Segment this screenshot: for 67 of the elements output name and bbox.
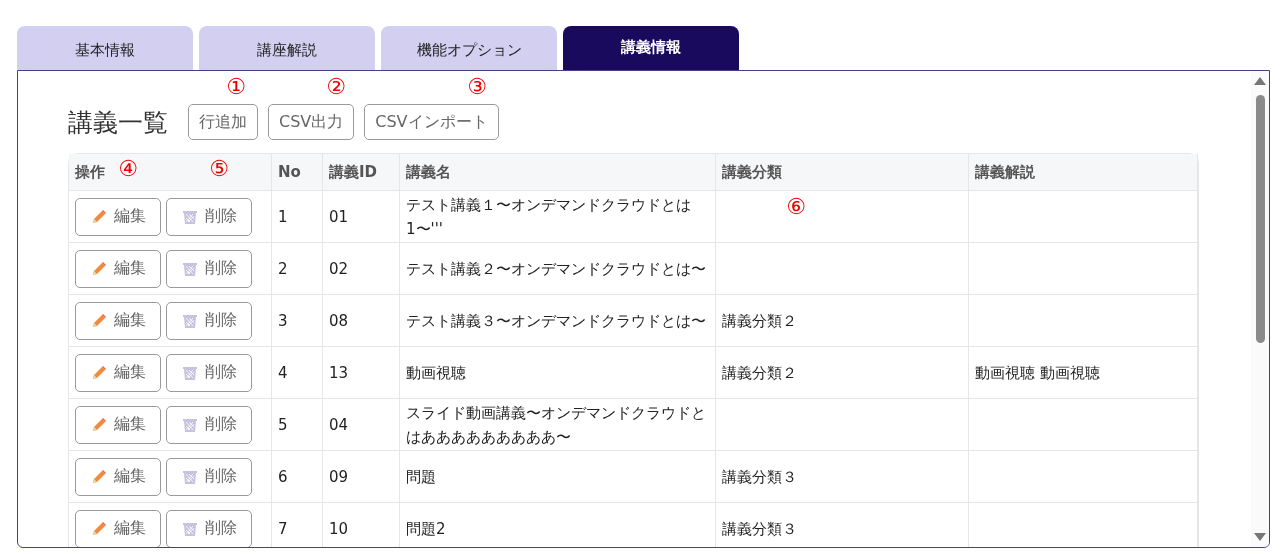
toolbar-button[interactable]: CSVインポート: [364, 104, 499, 140]
edit-button[interactable]: 編集: [75, 197, 161, 236]
table-cell: 講義分類２: [715, 346, 969, 399]
pencil-icon: [90, 467, 108, 486]
table-cell: 01: [322, 190, 400, 243]
delete-button[interactable]: 削除: [166, 249, 252, 288]
annotation-number: ①: [226, 76, 246, 98]
delete-button[interactable]: 削除: [166, 197, 252, 236]
edit-button[interactable]: 編集: [75, 405, 161, 444]
annotation-number: ②: [326, 76, 346, 98]
toolbar-button[interactable]: CSV出力: [268, 104, 355, 140]
column-header: 講義名: [399, 154, 716, 191]
tab[interactable]: 講義情報: [563, 26, 739, 70]
delete-button[interactable]: 削除: [166, 353, 252, 392]
column-header: No: [271, 154, 323, 191]
annotation-number: ③: [467, 76, 487, 98]
table-cell: 13: [322, 346, 400, 399]
table-cell: スライド動画講義〜オンデマンドクラウドとはあああああああああ〜: [399, 398, 716, 451]
table-cell: 講義分類３: [715, 450, 969, 503]
annotation-number: ④: [118, 158, 138, 180]
table-cell: 6: [271, 450, 323, 503]
table-cell: 問題: [399, 450, 716, 503]
table-cell: 講義分類３: [715, 502, 969, 547]
edit-button[interactable]: 編集: [75, 457, 161, 496]
column-header: 講義分類: [715, 154, 969, 191]
tab[interactable]: 講座解説: [199, 26, 375, 70]
edit-button[interactable]: 編集: [75, 353, 161, 392]
table-cell: 4: [271, 346, 323, 399]
table-cell: 3: [271, 294, 323, 347]
table-cell: 7: [271, 502, 323, 547]
pencil-icon: [90, 363, 108, 382]
edit-button[interactable]: 編集: [75, 509, 161, 547]
annotation-number: ⑥: [786, 196, 806, 218]
column-header: 講義解説: [968, 154, 1198, 191]
table-cell: 問題2: [399, 502, 716, 547]
table-cell: 09: [322, 450, 400, 503]
pencil-icon: [90, 207, 108, 226]
table-cell: 5: [271, 398, 323, 451]
pencil-icon: [90, 311, 108, 330]
table-cell: 2: [271, 242, 323, 295]
table-cell: 1: [271, 190, 323, 243]
delete-button[interactable]: 削除: [166, 301, 252, 340]
tab[interactable]: 基本情報: [17, 26, 193, 70]
pencil-icon: [90, 519, 108, 538]
table-cell: テスト講義２〜オンデマンドクラウドとは〜: [399, 242, 716, 295]
pencil-icon: [90, 415, 108, 434]
table-cell: テスト講義３〜オンデマンドクラウドとは〜: [399, 294, 716, 347]
edit-button[interactable]: 編集: [75, 249, 161, 288]
scrollbar[interactable]: [1251, 71, 1269, 547]
tab[interactable]: 機能オプション: [381, 26, 557, 70]
delete-button[interactable]: 削除: [166, 509, 252, 547]
table-cell: 動画視聴: [399, 346, 716, 399]
pencil-icon: [90, 259, 108, 278]
section-title: 講義一覧: [68, 106, 168, 139]
table-cell: 08: [322, 294, 400, 347]
table-cell: 講義分類２: [715, 294, 969, 347]
toolbar-button[interactable]: 行追加: [188, 104, 258, 140]
column-header: 講義ID: [322, 154, 400, 191]
table-cell: テスト講義１〜オンデマンドクラウドとは1〜''': [399, 190, 716, 243]
delete-button[interactable]: 削除: [166, 405, 252, 444]
delete-button[interactable]: 削除: [166, 457, 252, 496]
edit-button[interactable]: 編集: [75, 301, 161, 340]
annotation-number: ⑤: [209, 158, 229, 180]
table-cell: 動画視聴 動画視聴: [968, 346, 1198, 399]
table-cell: 02: [322, 242, 400, 295]
table-cell: 04: [322, 398, 400, 451]
table-cell: 10: [322, 502, 400, 547]
